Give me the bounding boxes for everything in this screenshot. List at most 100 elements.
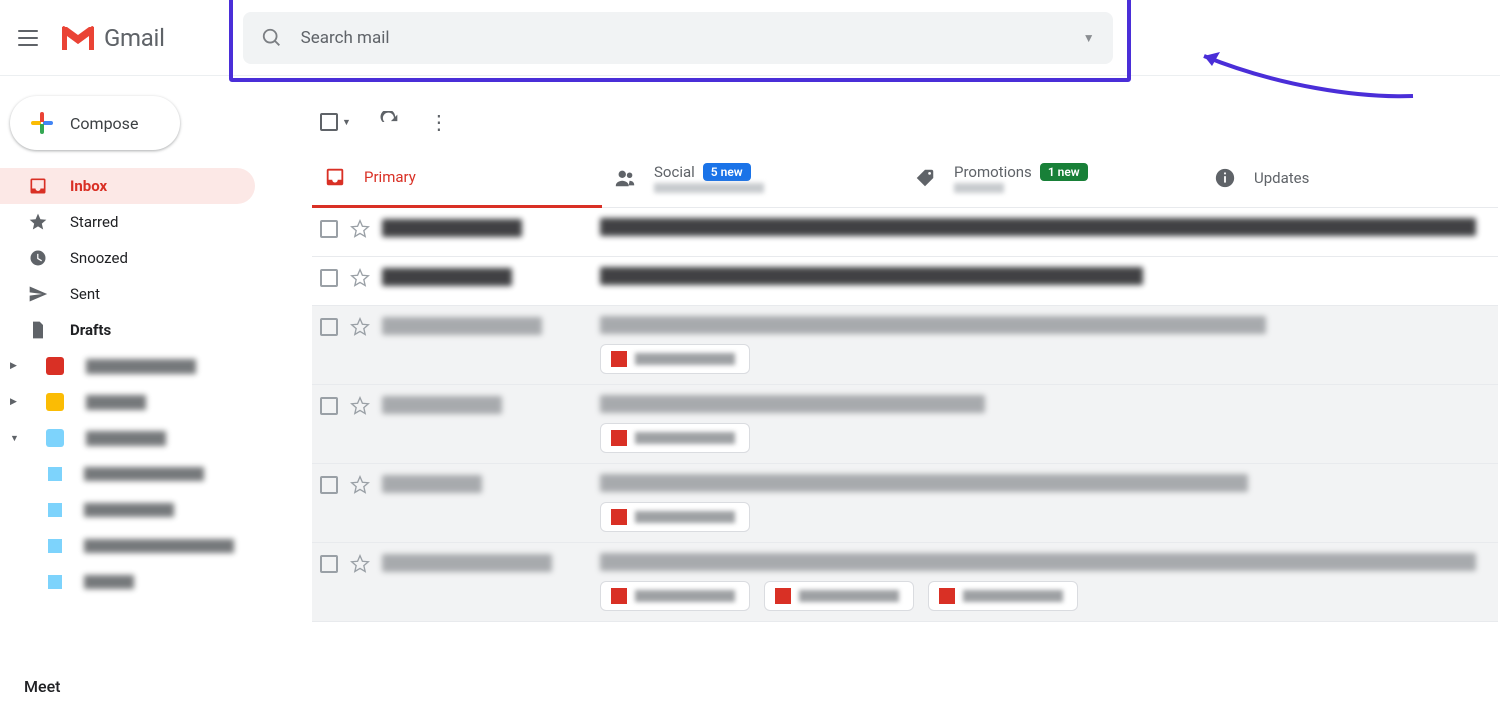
sidebar-item-label: Sent [70, 285, 100, 303]
tab-primary[interactable]: Primary [312, 148, 602, 208]
compose-label: Compose [70, 114, 138, 133]
header: Gmail Search mail ▼ [0, 0, 1500, 76]
plus-icon [28, 109, 56, 137]
sidebar-item-sent[interactable]: Sent [0, 276, 255, 312]
sidebar-sublabel[interactable] [0, 492, 255, 528]
label-swatch [48, 575, 62, 589]
clock-icon [28, 248, 48, 268]
sidebar-item-label: Drafts [70, 321, 111, 339]
sidebar-label[interactable]: ▼ [0, 420, 255, 456]
search-input[interactable]: Search mail ▼ [243, 12, 1113, 64]
row-checkbox[interactable] [320, 220, 338, 238]
mail-row[interactable] [312, 257, 1498, 306]
tab-updates[interactable]: Updates [1202, 148, 1402, 208]
star-toggle[interactable] [350, 554, 370, 574]
attachment-chip[interactable] [600, 344, 750, 374]
sender-redacted [382, 554, 588, 572]
inbox-icon [324, 166, 346, 188]
mail-row[interactable] [312, 543, 1498, 622]
search-options-dropdown[interactable]: ▼ [1083, 31, 1095, 45]
sender-redacted [382, 396, 588, 414]
subject-redacted [600, 218, 1490, 246]
label-name-redacted [84, 503, 174, 517]
attachment-chip[interactable] [928, 581, 1078, 611]
sidebar-sublabel[interactable] [0, 528, 255, 564]
tab-social[interactable]: Social 5 new [602, 148, 902, 208]
label-name-redacted [84, 467, 204, 481]
expand-icon: ▶ [10, 361, 24, 371]
sidebar-sublabel[interactable] [0, 564, 255, 600]
row-checkbox[interactable] [320, 318, 338, 336]
star-toggle[interactable] [350, 219, 370, 239]
tab-promotions[interactable]: Promotions 1 new [902, 148, 1202, 208]
sidebar-item-snoozed[interactable]: Snoozed [0, 240, 255, 276]
tab-subtext-redacted [954, 183, 1004, 193]
send-icon [28, 284, 48, 304]
star-toggle[interactable] [350, 396, 370, 416]
sidebar-item-drafts[interactable]: Drafts [0, 312, 255, 348]
sidebar-item-inbox[interactable]: Inbox [0, 168, 255, 204]
label-name-redacted [86, 395, 146, 410]
sidebar-item-starred[interactable]: Starred [0, 204, 255, 240]
compose-button[interactable]: Compose [10, 96, 180, 150]
subject-redacted [600, 316, 1490, 374]
label-swatch [46, 393, 64, 411]
mail-main: ▼ ⋮ Primary Social 5 new [312, 96, 1498, 704]
row-checkbox[interactable] [320, 476, 338, 494]
main-menu-button[interactable] [18, 26, 42, 50]
star-toggle[interactable] [350, 317, 370, 337]
label-name-redacted [84, 539, 234, 553]
sidebar-label[interactable]: ▶ [0, 348, 255, 384]
star-icon [28, 212, 48, 232]
label-name-redacted [86, 359, 196, 374]
label-swatch [46, 429, 64, 447]
star-toggle[interactable] [350, 475, 370, 495]
row-checkbox[interactable] [320, 269, 338, 287]
star-toggle[interactable] [350, 268, 370, 288]
attachment-chip[interactable] [600, 423, 750, 453]
sidebar-item-label: Inbox [70, 177, 107, 195]
meet-section-header[interactable]: Meet [24, 677, 60, 696]
app-name: Gmail [104, 24, 165, 52]
sidebar-sublabel[interactable] [0, 456, 255, 492]
sidebar: Compose Inbox Starred Snoozed Sent Draft… [0, 96, 265, 600]
select-all-checkbox[interactable]: ▼ [320, 113, 351, 131]
mail-row[interactable] [312, 208, 1498, 257]
tab-label: Promotions [954, 163, 1032, 181]
label-swatch [48, 539, 62, 553]
info-icon [1214, 167, 1236, 189]
label-name-redacted [84, 575, 134, 589]
row-checkbox[interactable] [320, 397, 338, 415]
mail-row[interactable] [312, 464, 1498, 543]
label-swatch [46, 357, 64, 375]
sidebar-label[interactable]: ▶ [0, 384, 255, 420]
sidebar-item-label: Starred [70, 213, 118, 231]
gmail-m-icon [60, 24, 96, 52]
attachment-chip[interactable] [764, 581, 914, 611]
sender-redacted [382, 475, 588, 493]
mail-toolbar: ▼ ⋮ [312, 96, 1498, 148]
mail-row[interactable] [312, 306, 1498, 385]
attachment-chip[interactable] [600, 581, 750, 611]
mail-row[interactable] [312, 385, 1498, 464]
tab-label: Updates [1254, 169, 1309, 187]
file-icon [28, 320, 48, 340]
search-icon [261, 27, 283, 49]
people-icon [614, 167, 636, 189]
tab-label: Social [654, 163, 695, 181]
tab-label: Primary [364, 168, 416, 186]
subject-redacted [600, 474, 1490, 532]
refresh-button[interactable] [379, 111, 401, 133]
tab-badge: 1 new [1040, 163, 1088, 181]
row-checkbox[interactable] [320, 555, 338, 573]
collapse-icon: ▼ [10, 433, 24, 444]
more-actions-button[interactable]: ⋮ [429, 110, 449, 134]
sidebar-item-label: Snoozed [70, 249, 128, 267]
gmail-logo[interactable]: Gmail [60, 24, 165, 52]
search-placeholder: Search mail [301, 28, 390, 48]
attachment-chip[interactable] [600, 502, 750, 532]
subject-redacted [600, 553, 1490, 611]
subject-redacted [600, 267, 1490, 295]
sender-redacted [382, 317, 588, 335]
category-tabs: Primary Social 5 new Promotions 1 new [312, 148, 1498, 208]
